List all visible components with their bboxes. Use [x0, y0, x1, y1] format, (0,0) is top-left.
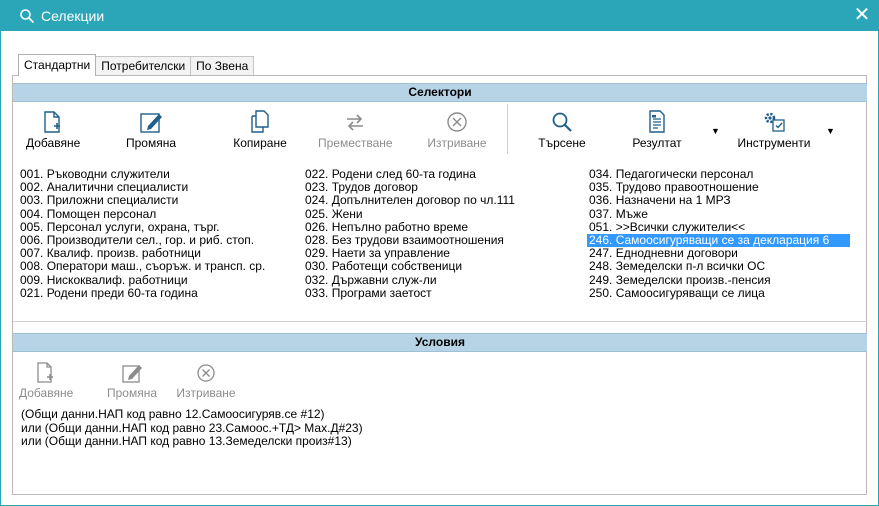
delete-condition-button[interactable]: Изтриване — [173, 362, 239, 406]
list-item[interactable]: 249. Земеделски произв.-пенсия — [587, 273, 850, 287]
add-condition-button[interactable]: Добавяне — [19, 362, 74, 406]
title-bar: Селекции ✕ — [1, 1, 878, 31]
search-button[interactable]: Търсене — [532, 110, 592, 156]
delete-label: Изтриване — [427, 136, 487, 150]
move-selector-button[interactable]: Преместване — [318, 110, 393, 156]
tools-dropdown-arrow[interactable]: ▼ — [826, 126, 835, 136]
list-item[interactable]: 021. Родени преди 60-та година — [18, 286, 265, 300]
selectors-header: Селектори — [13, 83, 867, 102]
list-item[interactable]: 032. Държавни служ-ли — [303, 273, 515, 287]
add-selector-button[interactable]: Добавяне — [26, 110, 81, 156]
condition-line[interactable]: (Общи данни.НАП код равно 12.Самоосигуря… — [21, 407, 363, 422]
edit-label: Промяна — [125, 136, 177, 150]
selector-column-3: 034. Педагогически персонал 035. Трудово… — [587, 167, 850, 300]
list-item[interactable]: 008. Оператори маш., съоръж. и трансп. с… — [18, 260, 265, 273]
list-item[interactable]: 004. Помощен персонал — [18, 207, 265, 221]
conditions-header: Условия — [13, 333, 867, 352]
copy-icon — [251, 110, 269, 133]
search-label: Търсене — [538, 136, 586, 150]
tools-label: Инструменти — [737, 136, 811, 150]
edit-selector-button[interactable]: Промяна — [125, 110, 177, 156]
list-item[interactable]: 024. Допълнителен договор по чл.111 — [303, 194, 515, 207]
selector-column-1: 001. Ръководни служители 002. Аналитични… — [18, 167, 265, 300]
window-title: Селекции — [41, 8, 105, 24]
result-button[interactable]: Резултат — [628, 110, 686, 156]
move-label: Преместване — [318, 136, 393, 150]
edit-pencil-icon — [122, 365, 142, 383]
add-label: Добавяне — [26, 136, 81, 150]
edit-condition-button[interactable]: Промяна — [103, 362, 161, 406]
delete-circle-x-icon — [197, 364, 215, 382]
edit-pencil-icon — [140, 113, 162, 133]
close-icon: ✕ — [853, 4, 871, 26]
list-item[interactable]: 030. Работещи собственици — [303, 260, 515, 273]
condition-add-label: Добавяне — [19, 386, 74, 400]
condition-line[interactable]: или (Общи данни.НАП код равно 13.Земедел… — [21, 434, 363, 449]
report-document-icon — [649, 110, 665, 133]
tab-user[interactable]: Потребителски — [95, 56, 192, 76]
tab-standard[interactable]: Стандартни — [18, 54, 97, 76]
section-divider[interactable] — [13, 321, 867, 322]
selector-column-2: 022. Родени след 60-та година 023. Трудо… — [303, 167, 515, 300]
gear-tools-icon — [764, 112, 785, 132]
condition-edit-label: Промяна — [106, 386, 158, 400]
delete-selector-button[interactable]: Изтриване — [420, 110, 494, 156]
list-item[interactable]: 005. Персонал услуги, охрана, търг. — [18, 220, 265, 234]
conditions-list: (Общи данни.НАП код равно 12.Самоосигуря… — [21, 407, 363, 449]
magnifier-icon — [552, 112, 572, 132]
copy-label: Копиране — [233, 136, 287, 150]
tab-bar: Стандартни Потребителски По Звена — [18, 54, 255, 76]
new-document-icon — [44, 111, 60, 133]
list-item[interactable]: 033. Програми заетост — [303, 286, 515, 300]
swap-arrows-icon — [347, 114, 363, 131]
list-item[interactable]: 009. Нискоквалиф. работници — [18, 273, 265, 287]
list-item[interactable]: 026. Непълно работно време — [303, 220, 515, 234]
list-item[interactable]: 250. Самоосигуряващи се лица — [587, 286, 850, 300]
tools-button[interactable]: Инструменти — [732, 110, 816, 156]
result-label: Резултат — [632, 136, 682, 150]
delete-circle-x-icon — [447, 112, 467, 132]
list-item[interactable]: 003. Приложни специалисти — [18, 194, 265, 207]
list-item[interactable]: 037. Мъже — [587, 207, 850, 221]
copy-selector-button[interactable]: Копиране — [228, 110, 292, 156]
list-item[interactable]: 036. Назначени на 1 МРЗ — [587, 194, 850, 207]
condition-delete-label: Изтриване — [176, 386, 236, 400]
result-dropdown-arrow[interactable]: ▼ — [711, 126, 720, 136]
tab-by-units[interactable]: По Звена — [190, 56, 255, 76]
condition-line[interactable]: или (Общи данни.НАП код равно 23.Самоос.… — [21, 421, 363, 436]
list-item[interactable]: 248. Земеделски п-л всички ОС — [587, 260, 850, 273]
list-item[interactable]: 025. Жени — [303, 207, 515, 221]
close-button[interactable]: ✕ — [852, 4, 872, 26]
new-document-icon — [37, 362, 53, 383]
list-item[interactable]: 051. >>Всички служители<< — [587, 220, 850, 234]
toolbar-separator — [507, 104, 508, 154]
search-icon — [20, 9, 35, 24]
